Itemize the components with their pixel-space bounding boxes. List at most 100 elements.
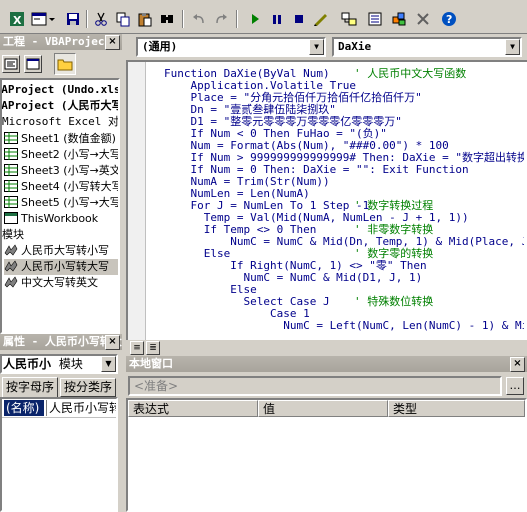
procedure-combo[interactable]: DaXie ▼	[332, 37, 522, 57]
full-module-view-icon[interactable]: ≣	[146, 341, 160, 355]
view-object-icon[interactable]	[24, 55, 42, 73]
tree-node-sheet3[interactable]: Sheet3 (小写→英文)	[4, 163, 118, 179]
close-icon[interactable]: ×	[105, 35, 120, 50]
worksheet-icon	[4, 164, 18, 176]
paste-icon[interactable]	[136, 10, 154, 28]
toggle-folders-icon[interactable]	[54, 53, 76, 75]
code-line[interactable]: NumC = Left(NumC, Len(NumC) - 1) & Mid(D…	[164, 320, 524, 332]
tree-folder-modules[interactable]: 模块	[2, 227, 24, 243]
close-icon[interactable]: ×	[105, 335, 120, 350]
property-name: (名称)	[6, 401, 40, 415]
chevron-down-icon[interactable]: ▼	[309, 39, 324, 55]
code-text: NumC = Left(NumC, Len(NumC) - 1) & Mid(D…	[283, 319, 524, 332]
procedure-view-icon[interactable]: ≡	[130, 341, 144, 355]
find-icon[interactable]	[158, 10, 176, 28]
object-combo-value: (通用)	[142, 40, 178, 53]
property-value-cell[interactable]: 人民币小写转	[46, 400, 116, 416]
workbook-icon	[4, 212, 18, 224]
chevron-down-icon[interactable]: ▼	[505, 39, 520, 55]
insert-userform-icon[interactable]	[30, 10, 48, 28]
tree-node-label: VBAProject (Undo.xls)	[1, 83, 120, 96]
cut-icon[interactable]	[92, 10, 110, 28]
worksheet-icon	[4, 180, 18, 192]
grid-line	[2, 417, 116, 418]
object-browser-icon[interactable]	[390, 10, 408, 28]
col-header-type[interactable]: 类型	[388, 400, 525, 417]
col-header-label: 值	[263, 402, 276, 416]
worksheet-icon	[4, 132, 18, 144]
margin-indicator-bar[interactable]	[128, 62, 146, 340]
excel-icon[interactable]: X	[8, 10, 26, 28]
redo-icon[interactable]	[212, 10, 230, 28]
undo-icon[interactable]	[190, 10, 208, 28]
tree-node-sheet5[interactable]: Sheet5 (小写→大写)	[4, 195, 120, 211]
toolbox-icon[interactable]	[414, 10, 432, 28]
object-combo[interactable]: (通用) ▼	[136, 37, 326, 57]
project-explorer-icon[interactable]	[340, 10, 358, 28]
design-mode-icon[interactable]	[312, 10, 330, 28]
tree-node-sheet2[interactable]: Sheet2 (小写→大写)	[4, 147, 120, 163]
tab-categorized[interactable]: 按分类序	[60, 378, 116, 397]
tab-alphabetic[interactable]: 按字母序	[2, 377, 58, 397]
tree-node-label: Sheet4 (小写转大写)	[21, 180, 120, 193]
view-code-icon[interactable]	[2, 55, 20, 73]
break-icon[interactable]	[268, 10, 286, 28]
module-icon	[4, 244, 18, 256]
code-lines: Function DaXie(ByVal Num) ' 人民币中文大写函数 App…	[164, 68, 524, 340]
locals-window: 本地窗口 × <准备> … 表达式 值 类型	[126, 356, 527, 512]
tree-node-sheet4[interactable]: Sheet4 (小写转大写)	[4, 179, 120, 195]
properties-title: 属性 - 人民币小写转大写	[0, 334, 122, 350]
properties-icon[interactable]	[366, 10, 384, 28]
tree-node-project-undo[interactable]: VBAProject (Undo.xls)	[1, 82, 120, 98]
close-icon[interactable]: ×	[510, 357, 525, 372]
help-icon[interactable]: ?	[440, 10, 458, 28]
reset-icon[interactable]	[290, 10, 308, 28]
tree-node-sheet1[interactable]: Sheet1 (数值金额)	[4, 131, 116, 147]
code-comment: ' 人民币中文大写函数	[354, 68, 467, 80]
save-icon[interactable]	[64, 10, 82, 28]
tree-node-module-1[interactable]: 人民币大写转小写	[4, 243, 109, 259]
tree-node-module-2-selected[interactable]: 人民币小写转大写	[4, 259, 118, 275]
code-editor[interactable]: Function DaXie(ByVal Num) ' 人民币中文大写函数 App…	[126, 60, 527, 340]
code-statusbar: ≡ ≣	[126, 340, 527, 356]
tree-node-module-3[interactable]: 中文大写转英文	[4, 275, 98, 291]
tree-node-label: Sheet5 (小写→大写)	[21, 196, 120, 209]
locals-grid: 表达式 值 类型	[126, 398, 527, 512]
tree-node-label: 中文大写转英文	[21, 276, 98, 289]
col-header-expression[interactable]: 表达式	[128, 400, 258, 417]
tree-node-label: Sheet1 (数值金额)	[21, 132, 116, 145]
worksheet-icon	[4, 148, 18, 160]
worksheet-icon	[4, 196, 18, 208]
tree-node-thisworkbook[interactable]: ThisWorkbook	[4, 211, 98, 227]
tree-node-label: Microsoft Excel 对象	[2, 115, 120, 128]
properties-object-select[interactable]: 人民币小 模块 ▼	[0, 354, 118, 374]
run-icon[interactable]	[246, 10, 264, 28]
tab-label: 按分类序	[63, 380, 112, 394]
copy-icon[interactable]	[114, 10, 132, 28]
tab-label: 按字母序	[5, 380, 54, 394]
chevron-down-icon[interactable]: ▼	[101, 356, 116, 372]
dropdown-arrow-icon[interactable]	[48, 10, 56, 28]
call-stack-button[interactable]: …	[506, 377, 524, 395]
tree-node-label: 模块	[2, 228, 24, 241]
tree-folder-excel-objects[interactable]: Microsoft Excel 对象	[2, 114, 120, 130]
col-header-label: 类型	[393, 402, 418, 416]
property-name-cell[interactable]: (名称)	[4, 400, 44, 416]
locals-context-field: <准备>	[128, 376, 502, 396]
svg-text:X: X	[13, 14, 22, 27]
property-value: 人民币小写转	[49, 401, 116, 415]
module-icon	[4, 276, 18, 288]
tree-node-label: ThisWorkbook	[21, 212, 99, 225]
locals-title-text: 本地窗口	[129, 357, 173, 370]
project-explorer-toolbar	[0, 52, 122, 76]
tree-node-project-rmb[interactable]: VBAProject (人民币大写)	[1, 98, 118, 114]
locals-title: 本地窗口	[126, 356, 527, 372]
tree-node-label: 人民币小写转大写	[21, 260, 109, 273]
project-explorer-title-text: 工程 - VBAProject	[3, 35, 112, 48]
tree-node-label: Sheet2 (小写→大写)	[21, 148, 120, 161]
procedure-combo-value: DaXie	[338, 40, 372, 53]
svg-text:?: ?	[446, 13, 452, 26]
properties-grid: (名称) 人民币小写转	[0, 397, 118, 512]
col-header-value[interactable]: 值	[258, 400, 388, 417]
tree-node-label: VBAProject (人民币大写)	[1, 99, 118, 112]
